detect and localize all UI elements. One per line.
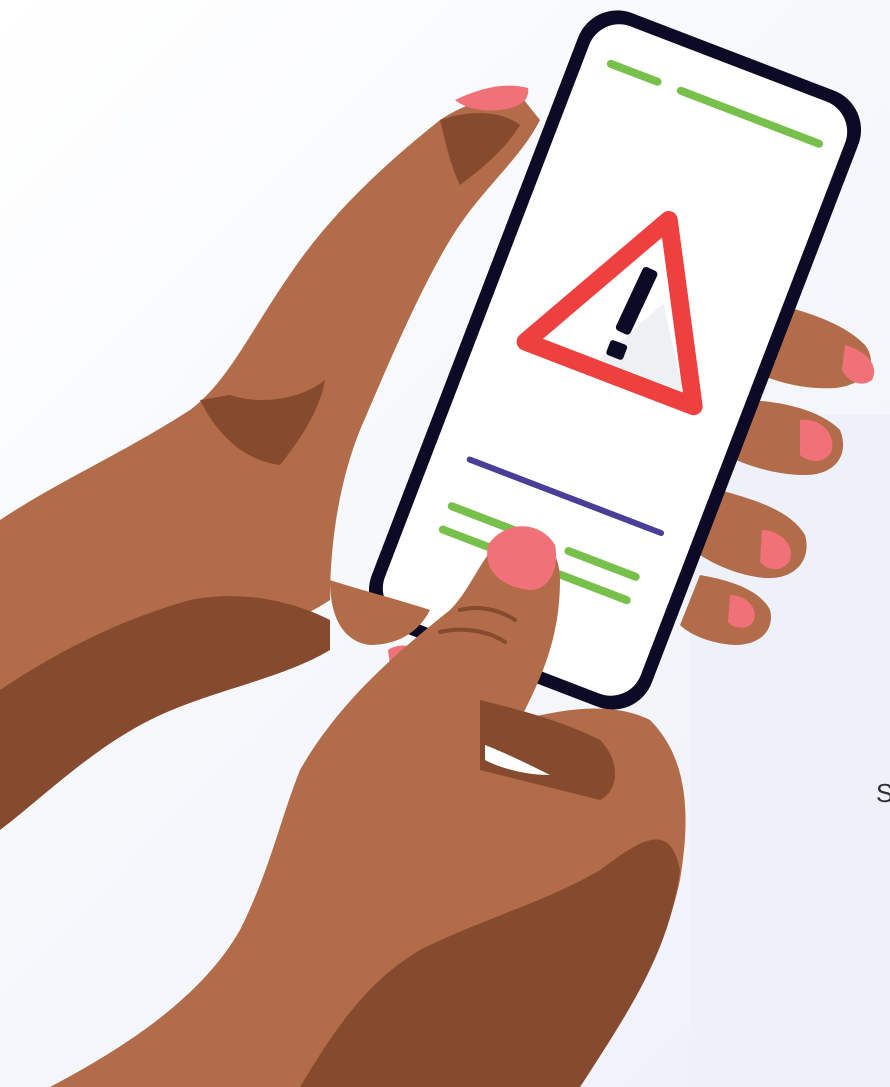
phone-in-hands-illustration — [0, 10, 875, 1087]
illustration-canvas: S — [0, 0, 890, 1087]
